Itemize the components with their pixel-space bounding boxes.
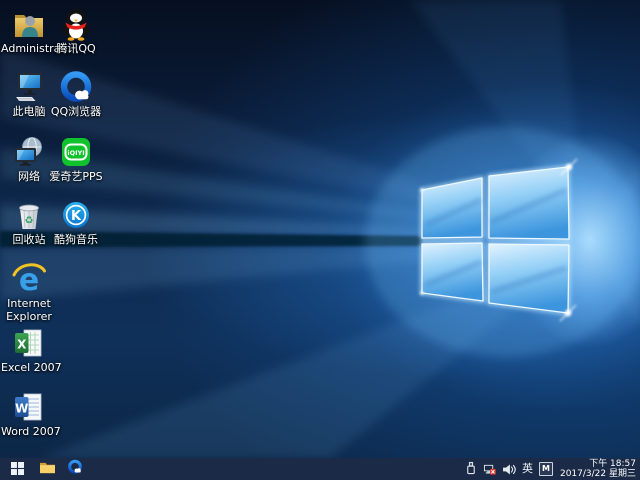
qq-browser-icon [58,69,94,105]
administrator-folder-icon [11,6,47,42]
recycle-bin-icon: ♻ [11,197,47,233]
clock-date: 2017/3/22 星期三 [560,469,636,480]
taskbar-qq-browser-button[interactable] [61,458,88,480]
icon-label: Word 2007 [1,426,57,439]
start-button[interactable] [0,458,34,480]
taskbar: 英 M 下午 18:57 2017/3/22 星期三 [0,458,640,480]
internet-explorer-icon: e [11,261,47,297]
svg-text:iQIYI: iQIYI [67,149,84,157]
desktop-icon-excel-2007[interactable]: X Excel 2007 [1,325,57,375]
desktop-icon-word-2007[interactable]: W Word 2007 [1,389,57,439]
network-globe-monitor-icon [11,134,47,170]
svg-text:K: K [71,209,82,224]
icon-label: 爱奇艺PPS [48,171,104,184]
icon-label: Internet Explorer [1,298,57,323]
kugou-music-icon: K [58,197,94,233]
qq-browser-icon [67,459,83,479]
icon-label: 腾讯QQ [48,43,104,56]
svg-text:W: W [15,402,28,416]
icon-label: QQ浏览器 [48,106,104,119]
system-tray: 英 M [465,458,553,480]
word-icon: W [11,389,47,425]
network-disconnected-icon[interactable] [483,460,496,479]
excel-icon: X [11,325,47,361]
icon-label: Excel 2007 [1,362,57,375]
qq-penguin-icon [58,6,94,42]
desktop-icon-kugou-music[interactable]: K 酷狗音乐 [48,197,104,247]
desktop-icon-internet-explorer[interactable]: e Internet Explorer [1,261,57,323]
folder-icon [39,460,56,479]
svg-text:♻: ♻ [25,216,34,227]
desktop-icon-iqiyi-pps[interactable]: iQIYI 爱奇艺PPS [48,134,104,184]
iqiyi-icon: iQIYI [58,134,94,170]
taskbar-file-explorer-button[interactable] [34,458,61,480]
taskbar-clock[interactable]: 下午 18:57 2017/3/22 星期三 [558,459,640,480]
clock-time: 下午 18:57 [560,459,636,470]
windows-logo-icon [11,460,24,479]
usb-device-icon[interactable] [465,460,477,479]
icon-label: 酷狗音乐 [48,234,104,247]
svg-text:X: X [17,338,27,352]
desktop-icon-tencent-qq[interactable]: 腾讯QQ [48,6,104,56]
volume-icon[interactable] [502,460,516,479]
ime-mode-badge[interactable]: M [539,462,553,476]
desktop-icon-qq-browser[interactable]: QQ浏览器 [48,69,104,119]
desktop: Administra... 腾讯QQ [0,0,640,480]
ime-language-indicator[interactable]: 英 [522,458,533,480]
computer-monitor-icon [11,69,47,105]
